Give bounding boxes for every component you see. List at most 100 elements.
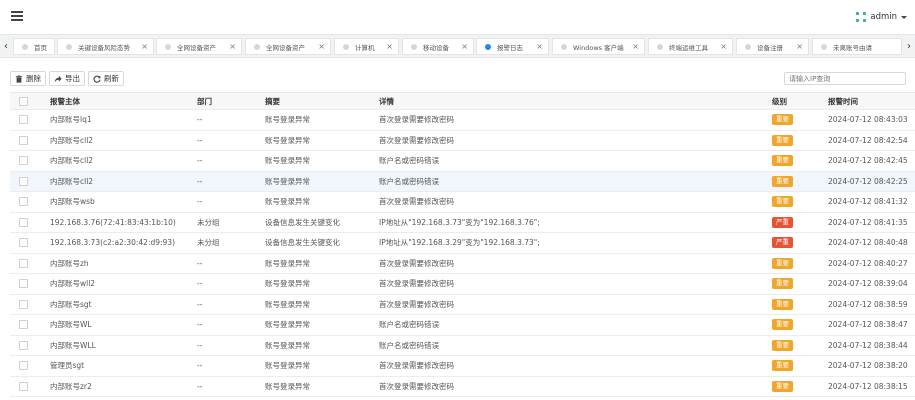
refresh-button[interactable]: 刷新 [88,71,124,86]
tabs-bar: ‹ 首页 关键设备风险态势 × 全网设备资产 × 全网设备资产 × 计算机 × 移动设备… [0,34,915,58]
row-checkbox[interactable] [19,340,28,350]
close-icon[interactable]: × [461,42,468,51]
select-all-checkbox[interactable] [19,96,28,106]
tab-alarm-log[interactable]: 报警日志 × [476,38,549,55]
cell-summary: 设备信息发生关键变化 [265,238,340,248]
row-checkbox[interactable] [19,217,28,227]
cell-summary: 账号登录异常 [265,340,310,350]
table-row[interactable]: 内部账号zh -- 账号登录异常 首次登录需要修改密码 重要 2024-07-12 08:… [10,254,915,274]
close-icon[interactable]: × [632,42,639,51]
table-row[interactable]: 内部账号cll2 -- 账号登录异常 账户名或密码错误 重要 2024-07-12 08:… [10,171,915,192]
row-select-cell [19,213,28,233]
cell-dept: -- [197,115,203,125]
cell-time: 2024-07-12 08:38:47 [828,320,908,330]
close-icon[interactable]: × [318,42,325,51]
tab-device-register[interactable]: 设备注册 × [736,38,809,55]
table-row[interactable]: 内部账号WLL -- 账号登录异常 账户名或密码错误 重要 2024-07-12 08:3… [10,336,915,356]
cell-summary: 账号登录异常 [265,381,310,391]
close-icon[interactable]: × [386,42,393,51]
table-row[interactable]: 192.168.3.76(72:41:83:43:1b:10) 未分组 设备信息发生… [10,213,915,233]
table-row[interactable]: 内部账号cll2 -- 账号登录异常 首次登录需要修改密码 重要 2024-07-12 0… [10,131,915,151]
cell-subject: 内部账号WL [50,320,92,330]
tab-dot-icon [561,43,567,50]
table-row[interactable]: 内部账号WL -- 账号登录异常 账户名或密码错误 重要 2024-07-12 08:38… [10,315,915,336]
table-row[interactable]: 内部账号zr2 -- 账号登录异常 首次登录需要修改密码 重要 2024-07-12 08… [10,377,915,397]
caret-down-icon [901,15,907,19]
close-icon[interactable]: × [229,42,236,51]
row-checkbox[interactable] [19,135,28,145]
table-row[interactable]: 192.168.3.73(c2:a2:30:42:d9:93) 未分组 设备信息发生… [10,233,915,254]
close-icon[interactable]: × [720,42,727,51]
row-checkbox[interactable] [19,238,28,248]
cell-detail: 首次登录需要修改密码 [379,279,454,289]
export-button[interactable]: 导出 [49,71,85,86]
cell-level: 重要 [772,254,793,274]
row-select-cell [19,356,28,376]
tab-windows-client[interactable]: Windows 客户端 × [552,38,645,55]
cell-time: 2024-07-12 08:38:15 [828,381,908,391]
export-label: 导出 [65,74,80,83]
col-header-level[interactable]: 级别 [772,93,787,109]
table-row[interactable]: 内部账号lq1 -- 账号登录异常 首次登录需要修改密码 重要 2024-07-12 08… [10,110,915,131]
cell-level: 重要 [772,315,793,335]
cell-dept: -- [197,135,203,145]
level-badge: 重要 [772,298,793,310]
table-row[interactable]: 内部账号wll2 -- 账号登录异常 首次登录需要修改密码 重要 2024-07-12 0… [10,274,915,295]
table-row[interactable]: 内部账号wsb -- 账号登录异常 首次登录需要修改密码 重要 2024-07-12 08… [10,192,915,213]
refresh-label: 刷新 [104,74,119,83]
tab-home[interactable]: 首页 [13,38,55,55]
tab-label: 关键设备风险态势 [78,43,130,52]
tab-label: Windows 客户端 [573,43,624,52]
cell-detail: IP地址从"192.168.3.73"变为"192.168.3.76"; [379,217,540,227]
tab-network-assets-2[interactable]: 全网设备资产 × [245,38,331,55]
row-checkbox[interactable] [19,197,28,207]
row-checkbox[interactable] [19,258,28,268]
cell-time: 2024-07-12 08:41:35 [828,217,908,227]
cell-level: 重要 [772,336,793,356]
col-header-detail[interactable]: 详情 [379,93,394,109]
level-badge: 重要 [772,360,793,372]
row-checkbox[interactable] [19,361,28,371]
tab-computer[interactable]: 计算机 × [334,38,399,55]
cell-level: 重要 [772,131,793,151]
close-icon[interactable]: × [141,42,148,51]
cell-detail: 首次登录需要修改密码 [379,197,454,207]
col-header-subject[interactable]: 报警主体 [50,93,80,109]
delete-button[interactable]: 删除 [10,71,46,86]
col-header-summary[interactable]: 摘要 [265,93,280,109]
tab-key-device-risk[interactable]: 关键设备风险态势 × [57,38,154,55]
table-row[interactable]: 内部账号cll2 -- 账号登录异常 账户名或密码错误 重要 2024-07-12 08:… [10,151,915,172]
col-header-time[interactable]: 报警时间 [828,93,858,109]
close-icon[interactable]: × [536,42,543,51]
row-checkbox[interactable] [19,115,28,125]
tab-network-assets-1[interactable]: 全网设备资产 × [156,38,242,55]
table-row[interactable]: 管理员sgt -- 账号登录异常 首次登录需要修改密码 重要 2024-07-12 08:… [10,356,915,377]
ip-search-input[interactable] [784,72,906,85]
menu-icon[interactable] [11,11,23,21]
close-icon[interactable]: × [796,42,803,51]
col-header-dept[interactable]: 部门 [197,93,212,109]
cell-summary: 账号登录异常 [265,299,310,309]
user-menu[interactable]: admin [856,11,907,23]
cell-detail: 首次登录需要修改密码 [379,381,454,391]
tabs-scroll-right-icon[interactable]: › [903,35,915,57]
level-badge: 重要 [772,175,793,187]
row-checkbox[interactable] [19,320,28,330]
row-select-cell [19,295,28,315]
row-checkbox[interactable] [19,299,28,309]
top-bar: admin [0,0,915,34]
row-checkbox[interactable] [19,279,28,289]
row-checkbox[interactable] [19,156,28,166]
tab-account-request[interactable]: 未离账号由请 [812,38,902,55]
tab-terminal-ops[interactable]: 终端运维工具 × [648,38,733,55]
row-checkbox[interactable] [19,381,28,391]
cell-detail: 账户名或密码错误 [379,156,439,166]
tab-mobile-device[interactable]: 移动设备 × [402,38,474,55]
table-row[interactable]: 内部账号sgt -- 账号登录异常 首次登录需要修改密码 重要 2024-07-12 08… [10,295,915,315]
tabs-scroll-left-icon[interactable]: ‹ [0,35,12,57]
cell-subject: 内部账号zr2 [50,381,92,391]
cell-dept: -- [197,381,203,391]
cell-dept: -- [197,197,203,207]
row-checkbox[interactable] [19,176,28,186]
cell-level: 重要 [772,274,793,294]
